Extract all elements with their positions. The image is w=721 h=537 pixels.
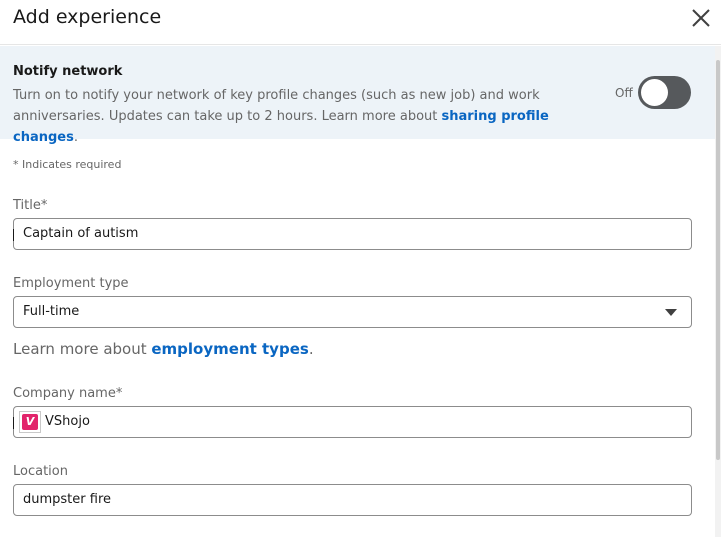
title-value: Captain of autism (23, 226, 139, 241)
dialog-title: Add experience (13, 6, 162, 28)
notify-description-period: . (73, 130, 78, 145)
text-cursor (13, 229, 14, 241)
learn-more-suffix: . (308, 340, 314, 358)
text-cursor (13, 417, 14, 429)
scrollbar[interactable] (715, 46, 721, 537)
title-input[interactable]: Captain of autism (13, 218, 692, 250)
chevron-down-icon (665, 309, 677, 316)
dialog-header: Add experience (0, 0, 721, 45)
close-icon (692, 9, 710, 27)
location-input[interactable]: dumpster fire (13, 484, 692, 516)
company-logo-mark: V (22, 414, 38, 430)
company-name-value: VShojo (45, 414, 90, 429)
learn-more-employment: Learn more about employment types. (13, 340, 314, 358)
employment-type-value: Full-time (23, 304, 80, 319)
employment-type-select[interactable]: Full-time (13, 296, 692, 328)
notify-network-section: Notify network Turn on to notify your ne… (0, 46, 715, 145)
notify-network-description: Turn on to notify your network of key pr… (13, 85, 573, 148)
employment-type-label: Employment type (13, 276, 129, 291)
company-logo: V (19, 411, 41, 433)
close-button[interactable] (688, 6, 714, 30)
location-label: Location (13, 464, 68, 479)
required-note: * Indicates required (13, 158, 122, 171)
location-value: dumpster fire (23, 492, 111, 507)
toggle-state-label: Off (615, 86, 633, 100)
notify-network-title: Notify network (13, 64, 123, 79)
company-name-input[interactable]: V VShojo (13, 406, 692, 438)
employment-types-link[interactable]: employment types (151, 340, 308, 358)
company-name-label: Company name* (13, 386, 123, 401)
title-label: Title* (13, 198, 48, 213)
learn-more-prefix: Learn more about (13, 340, 152, 358)
toggle-knob (641, 79, 668, 106)
notify-network-toggle[interactable] (638, 76, 691, 109)
scrollbar-thumb[interactable] (716, 60, 720, 460)
